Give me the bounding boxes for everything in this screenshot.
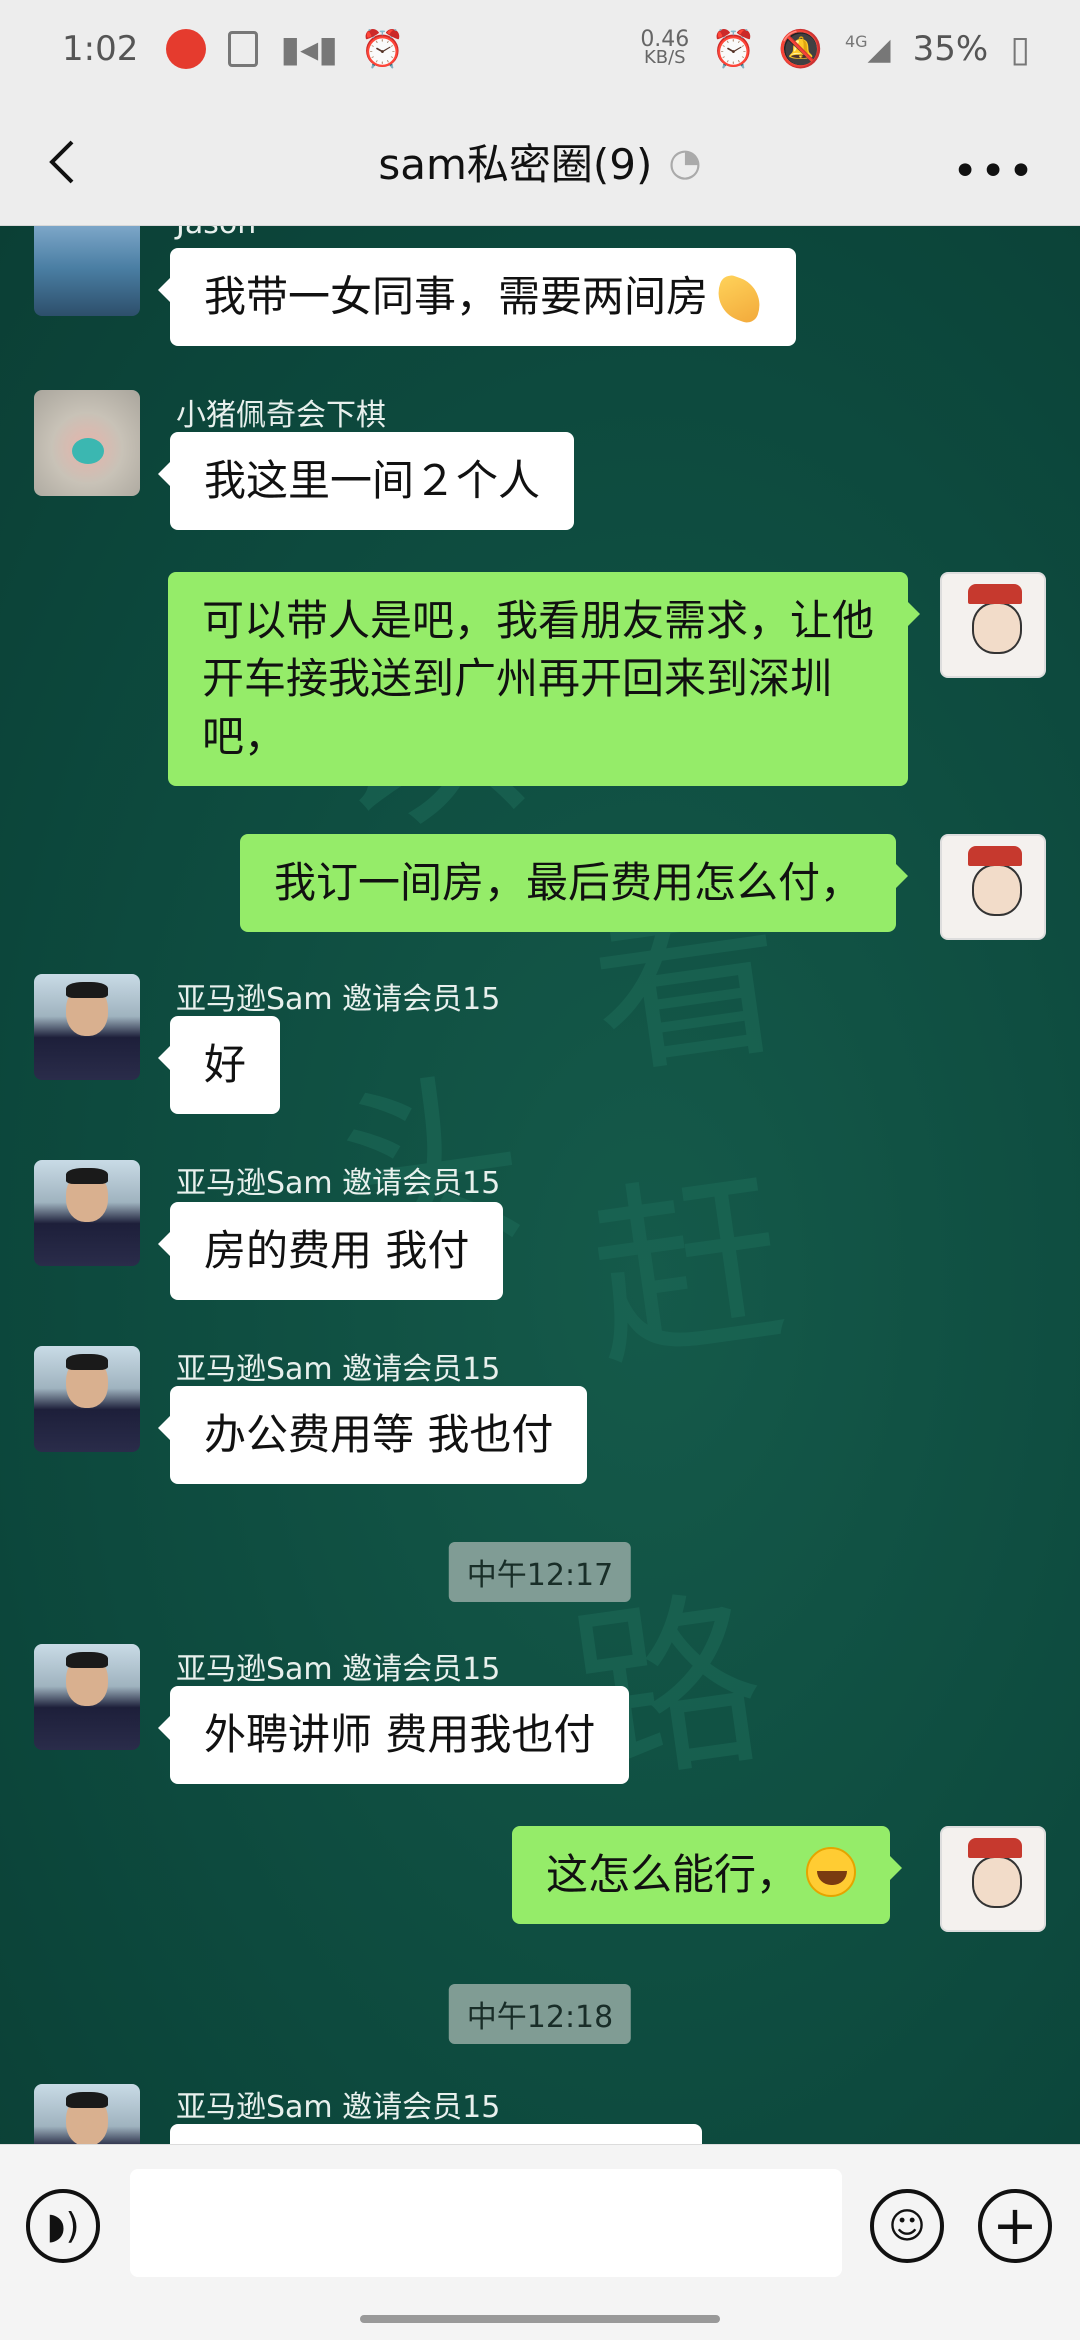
message-text: 我这里一间２个人 — [204, 456, 541, 505]
more-dots-icon[interactable]: ••• — [952, 146, 1036, 197]
watermark-char: 赶 — [577, 1147, 797, 1393]
sender-name: 亚马逊Sam 邀请会员15 — [176, 2090, 501, 2125]
voice-icon[interactable]: ◗) — [26, 2189, 100, 2263]
battery-icon: ▯ — [1010, 28, 1030, 70]
message-bubble[interactable]: 我带一女同事，需要两间房 — [157, 248, 797, 346]
message-text: 外聘讲师 费用我也付 — [204, 1710, 596, 1759]
sender-name: 小猪佩奇会下棋 — [176, 398, 386, 433]
input-bar: ◗) ☺ + — [0, 2144, 1080, 2340]
avatar-self[interactable] — [940, 572, 1046, 678]
signal-icon: 4G◢ — [844, 31, 891, 67]
laughing-crying-emoji-icon — [806, 1847, 857, 1897]
group-name: sam私密圈(9) — [378, 140, 653, 189]
sender-name: Jason — [176, 226, 256, 241]
message-input[interactable] — [130, 2169, 842, 2277]
avatar-pig[interactable] — [34, 390, 140, 496]
avatar-sam[interactable] — [34, 974, 140, 1080]
network-type: 4G — [844, 31, 868, 51]
earpiece-icon: ◔ — [668, 139, 702, 184]
avatar-self[interactable] — [940, 834, 1046, 940]
hand-emoji-icon — [710, 272, 768, 326]
avatar-self[interactable] — [940, 1826, 1046, 1932]
message-bubble[interactable]: 我订一间房，最后费用怎么付， — [240, 834, 909, 932]
mute-icon: 🔕 — [778, 29, 823, 70]
alarm-icon: ⏰ — [711, 29, 757, 70]
message-bubble[interactable]: 我这里一间２个人 — [157, 432, 575, 530]
message-bubble[interactable]: 可以带人是吧，我看朋友需求，让他开车接我送到广州再开回来到深圳吧， — [168, 572, 920, 786]
message-text: 我订一间房，最后费用怎么付， — [274, 858, 863, 907]
chat-header: sam私密圈(9) ◔ ••• — [0, 98, 1080, 226]
avatar-sam[interactable] — [34, 1346, 140, 1452]
sender-name: 亚马逊Sam 邀请会员15 — [176, 982, 501, 1017]
video-icon: ▮◂▮ — [280, 28, 339, 70]
message-text: 我带一女同事，需要两间房 — [204, 272, 709, 321]
message-bubble[interactable]: 这怎么能行， — [512, 1826, 903, 1924]
avatar-sam[interactable] — [34, 1160, 140, 1266]
net-speed-unit: KB/S — [643, 47, 686, 68]
status-bar: 1:02 ▮◂▮ ⏰ 0.46 KB/S ⏰ 🔕 4G◢ 35% ▯ — [0, 0, 1080, 98]
message-text: 这怎么能行， — [546, 1850, 799, 1899]
chevron-left-icon[interactable] — [36, 134, 92, 190]
message-bubble[interactable]: 房的费用 我付 — [157, 1202, 504, 1300]
message-bubble[interactable]: 外聘讲师 费用我也付 — [157, 1686, 630, 1784]
alarm-icon: ⏰ — [360, 29, 405, 70]
battery-percent: 35% — [912, 29, 989, 69]
time-divider: 中午12:18 — [448, 1984, 632, 2044]
sender-name: 亚马逊Sam 邀请会员15 — [176, 1652, 501, 1687]
net-speed: 0.46 KB/S — [640, 29, 689, 68]
message-text: 房的费用 我付 — [204, 1226, 470, 1275]
status-icons-left: ▮◂▮ ⏰ — [166, 28, 405, 70]
sender-name: 亚马逊Sam 邀请会员15 — [176, 1352, 501, 1387]
message-bubble[interactable]: 办公费用等 我也付 — [157, 1386, 588, 1484]
avatar-sam[interactable] — [34, 1644, 140, 1750]
chat-title: sam私密圈(9) ◔ — [378, 131, 701, 192]
message-bubble[interactable] — [170, 2124, 702, 2144]
status-time: 1:02 — [62, 29, 139, 69]
emoji-face-icon[interactable]: ☺ — [870, 2189, 944, 2263]
message-text: 办公费用等 我也付 — [204, 1410, 554, 1459]
time-divider: 中午12:17 — [448, 1542, 632, 1602]
message-text: 好 — [204, 1040, 247, 1089]
avatar-sam[interactable] — [34, 2084, 140, 2144]
app-notification-icon — [166, 29, 207, 69]
chat-area[interactable]: 以 看 头 赶 路 Jason 我带一女同事，需要两间房 小猪佩奇会下棋 我这里… — [0, 226, 1080, 2144]
home-indicator[interactable] — [360, 2315, 720, 2323]
status-icons-right: 0.46 KB/S ⏰ 🔕 4G◢ 35% ▯ — [640, 28, 1030, 71]
sender-name: 亚马逊Sam 邀请会员15 — [176, 1166, 501, 1201]
message-text: 可以带人是吧，我看朋友需求，让他开车接我送到广州再开回来到深圳吧， — [202, 596, 875, 761]
document-icon — [228, 31, 259, 67]
plus-icon[interactable]: + — [978, 2189, 1052, 2263]
message-bubble[interactable]: 好 — [157, 1016, 281, 1114]
avatar-jason[interactable] — [34, 226, 140, 316]
